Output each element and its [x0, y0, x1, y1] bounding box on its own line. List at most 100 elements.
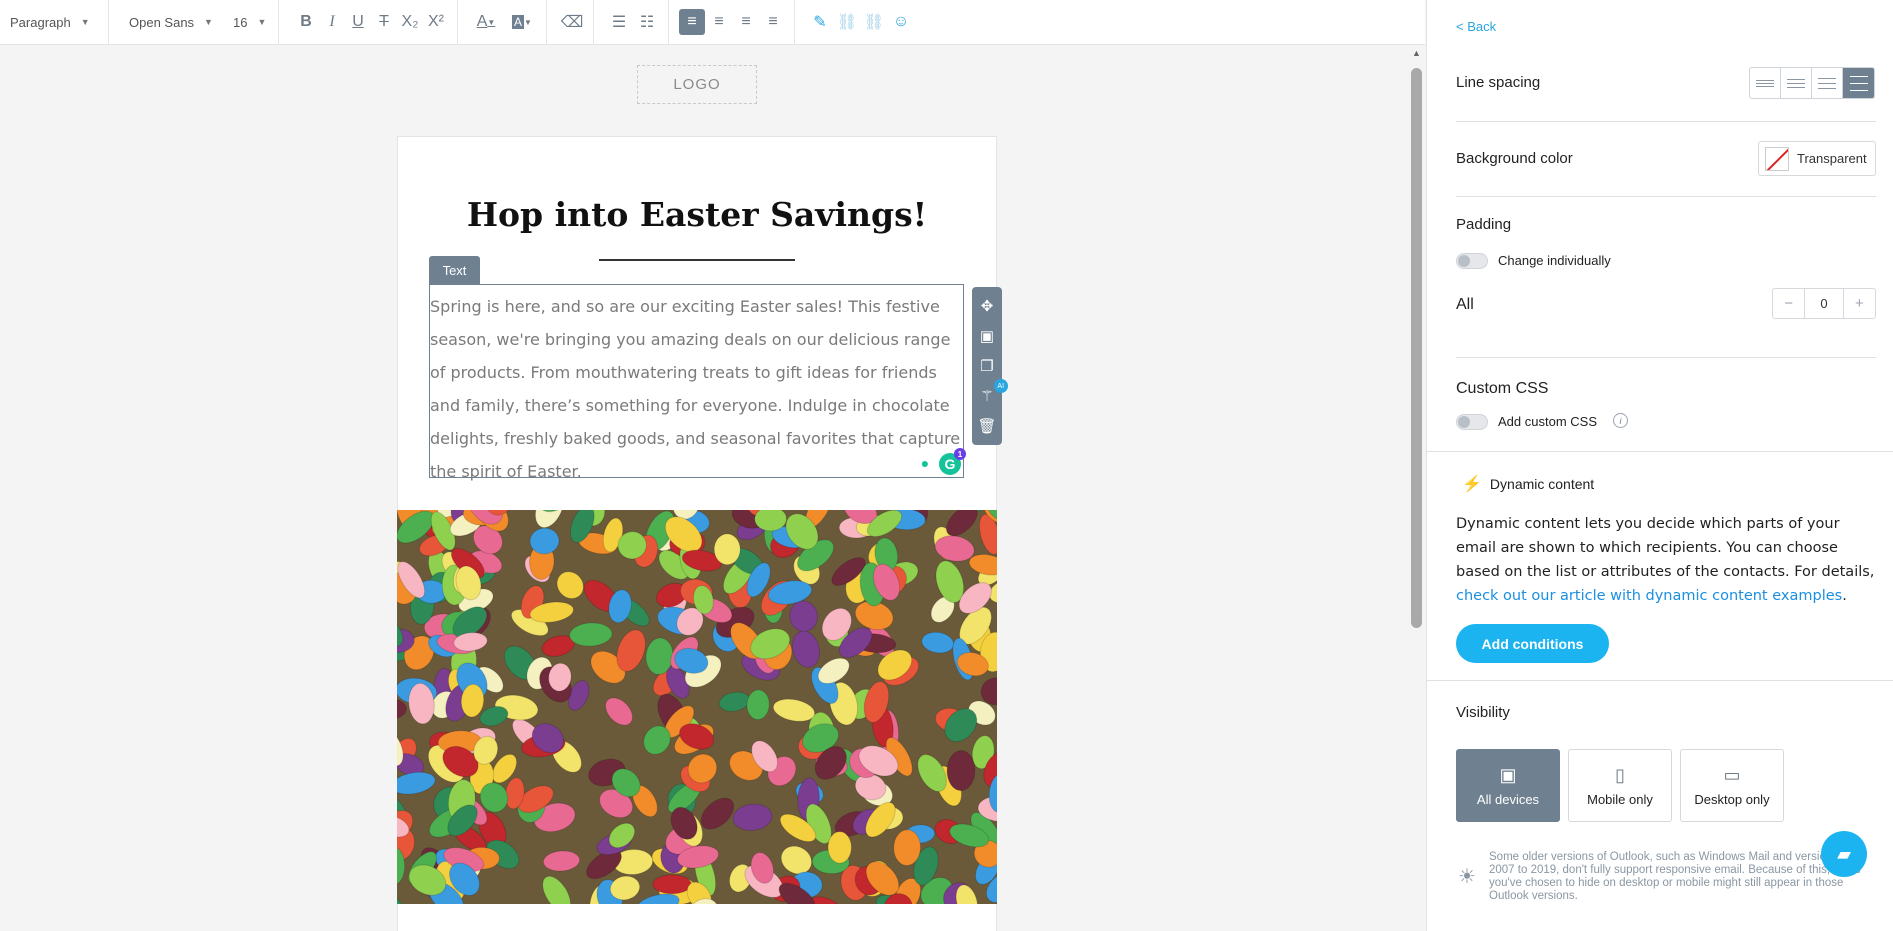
chat-icon[interactable]: ▰ [1821, 831, 1867, 877]
back-link[interactable]: < Back [1456, 19, 1496, 34]
dynamic-content-description: Dynamic content lets you decide which pa… [1456, 512, 1876, 608]
font-family-select[interactable]: Open Sans ▼ [127, 15, 215, 30]
mobile-icon: ▯ [1615, 764, 1625, 785]
jelly-bean [713, 533, 741, 566]
ai-magic-wand-icon[interactable]: ⚚ AI [980, 379, 1008, 405]
plus-button[interactable]: + [1844, 295, 1875, 312]
text-block[interactable]: Spring is here, and so are our exciting … [429, 284, 966, 481]
grammarly-icon[interactable]: G 1 [939, 448, 966, 475]
dynamic-content-title: Dynamic content [1489, 476, 1595, 492]
add-conditions-button[interactable]: Add conditions [1456, 624, 1609, 663]
color-group: A ▼ A ▼ [458, 0, 547, 44]
email-headline[interactable]: Hop into Easter Savings! [398, 195, 996, 234]
align-justify-button[interactable]: ≡ [760, 9, 786, 35]
background-color-button[interactable]: A ▼ [506, 9, 538, 35]
paragraph-style-group: Paragraph ▼ [0, 0, 109, 44]
unlink-button[interactable]: ⛓ [834, 9, 860, 35]
clear-formatting-button[interactable]: ⌫ [559, 9, 585, 35]
divider [1456, 196, 1876, 197]
ordered-list-button[interactable]: ☰ [606, 9, 632, 35]
change-individually-label: Change individually [1498, 253, 1611, 268]
background-color-label: Background color [1456, 150, 1573, 167]
visibility-all-devices[interactable]: ▣ All devices [1456, 749, 1560, 822]
visibility-all-label: All devices [1476, 791, 1540, 807]
strikethrough-button[interactable]: T [371, 9, 397, 35]
trash-icon[interactable]: 🗑 [977, 417, 996, 435]
jelly-bean [827, 831, 852, 864]
scrollbar-thumb[interactable] [1411, 68, 1422, 628]
line-spacing-label: Line spacing [1456, 74, 1541, 91]
chevron-down-icon: ▼ [524, 17, 532, 27]
visibility-desktop-label: Desktop only [1694, 791, 1770, 807]
emoji-button[interactable]: ☺ [888, 9, 914, 35]
ai-badge: AI [993, 379, 1008, 393]
font-size-select[interactable]: 16 ▼ [231, 15, 268, 30]
padding-stepper: − 0 + [1772, 288, 1876, 319]
jelly-bean [946, 750, 976, 792]
padding-value[interactable]: 0 [1804, 289, 1844, 318]
visibility-desktop-only[interactable]: ▭ Desktop only [1680, 749, 1784, 822]
custom-css-toggle[interactable] [1456, 414, 1488, 430]
save-icon[interactable]: ▣ [980, 327, 994, 345]
line-spacing-option-3[interactable] [1812, 68, 1843, 98]
change-individually-toggle[interactable] [1456, 253, 1488, 269]
font-family-value: Open Sans [129, 14, 195, 30]
align-right-button[interactable]: ≡ [733, 9, 759, 35]
duplicate-icon[interactable]: ❐ [980, 357, 993, 375]
visibility-mobile-only[interactable]: ▯ Mobile only [1568, 749, 1672, 822]
info-icon[interactable]: i [1613, 413, 1628, 428]
text-block-content[interactable]: Spring is here, and so are our exciting … [430, 290, 963, 488]
font-color-button[interactable]: A ▼ [470, 9, 502, 35]
unlink-all-button[interactable]: ⛓ [861, 9, 887, 35]
scroll-up-arrow-icon[interactable]: ▲ [1409, 48, 1424, 60]
bullet-list-button[interactable]: ☷ [634, 9, 660, 35]
background-color-value: Transparent [1797, 151, 1867, 166]
italic-button[interactable]: I [319, 9, 345, 35]
divider [1456, 357, 1876, 358]
insert-link-button[interactable]: ✎ [807, 9, 833, 35]
transparent-swatch-icon [1765, 146, 1789, 171]
jelly-beans-image [397, 510, 997, 904]
align-left-button[interactable]: ≡ [679, 9, 705, 35]
align-center-button[interactable]: ≡ [706, 9, 732, 35]
grammarly-badge: 1 [954, 448, 966, 460]
devices-icon: ▣ [1499, 764, 1517, 785]
text-style-group: B I U T X₂ X² [279, 0, 458, 44]
background-color-picker[interactable]: Transparent [1758, 141, 1876, 176]
paragraph-style-value: Paragraph [10, 14, 71, 30]
font-color-icon: A [476, 13, 488, 30]
superscript-button[interactable]: X² [423, 9, 449, 35]
grammarly-widget[interactable]: ● G 1 [915, 448, 966, 475]
hero-image[interactable] [397, 510, 997, 904]
paragraph-style-select[interactable]: Paragraph ▼ [8, 15, 92, 30]
line-spacing-option-4[interactable] [1843, 68, 1874, 98]
align-group: ≡ ≡ ≡ ≡ [669, 0, 795, 44]
block-actions-toolbar: ✥ ▣ ❐ ⚚ AI 🗑 [972, 287, 1008, 445]
lightning-bolt-icon: ⚡ [1462, 476, 1482, 493]
headline-divider[interactable] [599, 259, 795, 261]
move-icon[interactable]: ✥ [981, 297, 994, 315]
custom-css-label: Custom CSS [1456, 380, 1549, 397]
clear-group: ⌫ [547, 0, 594, 44]
line-spacing-option-1[interactable] [1750, 68, 1781, 98]
dynamic-content-article-link[interactable]: check out our article with dynamic conte… [1456, 588, 1842, 604]
desktop-icon: ▭ [1723, 764, 1741, 785]
lightbulb-icon[interactable]: ● [915, 453, 935, 473]
visibility-label: Visibility [1456, 704, 1510, 721]
settings-panel: < Back Line spacing Background color Tra… [1426, 0, 1893, 931]
line-spacing-options [1749, 67, 1875, 99]
bold-button[interactable]: B [293, 9, 319, 35]
dynamic-desc-end: . [1842, 588, 1847, 604]
line-spacing-option-2[interactable] [1781, 68, 1812, 98]
minus-button[interactable]: − [1773, 295, 1804, 312]
insert-group: ✎ ⛓ ⛓ ☺ [795, 0, 922, 44]
padding-label: Padding [1456, 216, 1512, 233]
highlight-icon: A [512, 15, 525, 29]
underline-button[interactable]: U [345, 9, 371, 35]
dynamic-content-header: ⚡ Dynamic content [1462, 474, 1594, 494]
logo-placeholder[interactable]: LOGO [637, 65, 757, 104]
list-group: ☰ ☷ [594, 0, 669, 44]
divider [1427, 680, 1893, 681]
subscript-button[interactable]: X₂ [397, 9, 423, 35]
chevron-down-icon: ▼ [257, 17, 267, 27]
